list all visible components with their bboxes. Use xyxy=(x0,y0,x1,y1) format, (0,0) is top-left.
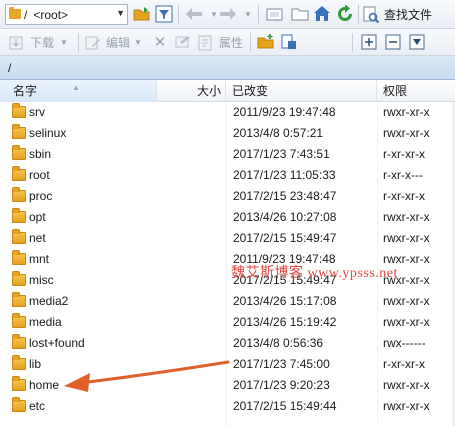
annotation-arrow xyxy=(64,360,230,392)
